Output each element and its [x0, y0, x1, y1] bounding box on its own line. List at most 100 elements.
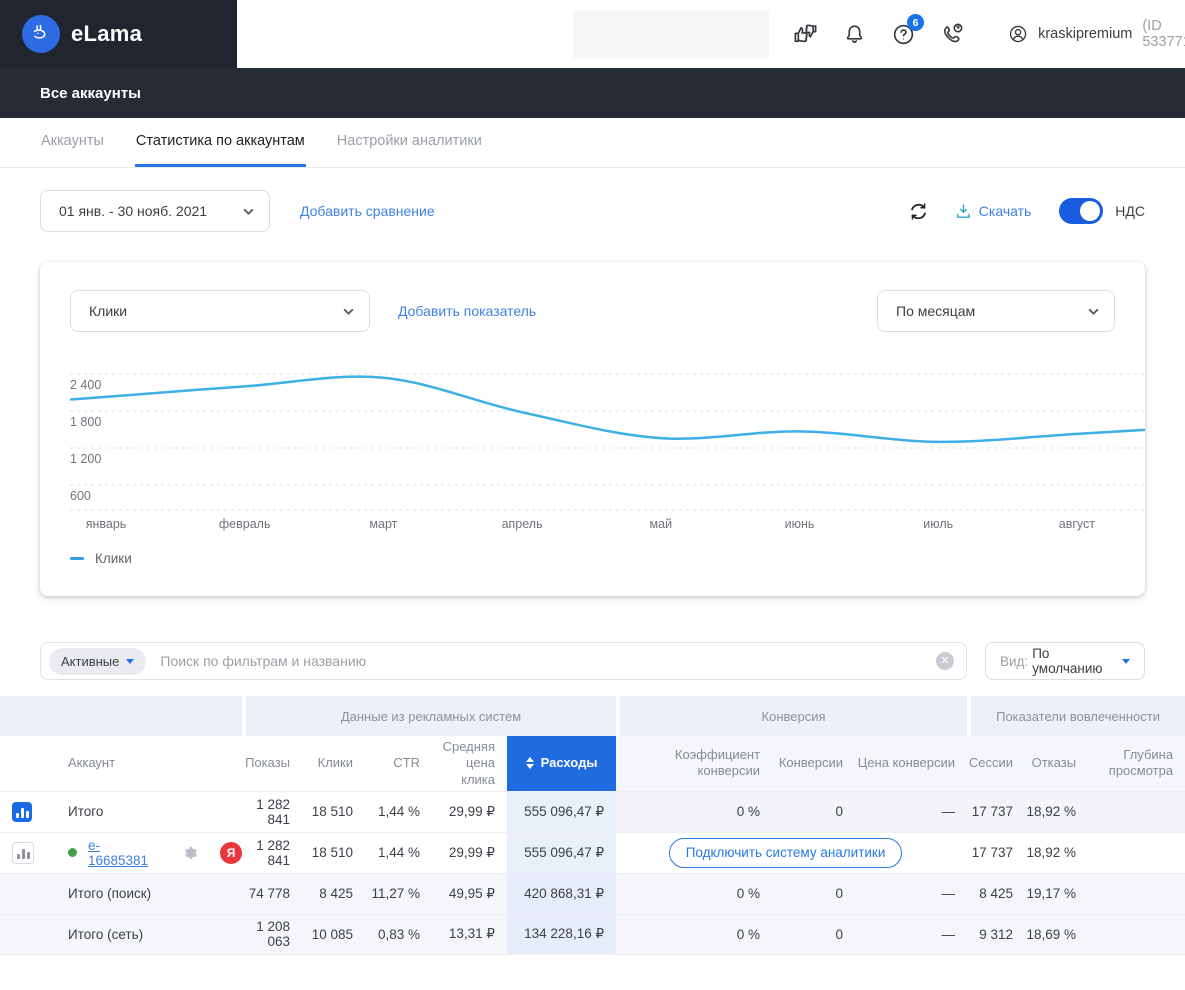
col-bounce[interactable]: Отказы	[1025, 736, 1089, 791]
col-conv-rate[interactable]: Коэффициент конверсии	[616, 736, 773, 791]
tab-accounts[interactable]: Аккаунты	[40, 118, 105, 167]
view-select[interactable]: Вид: По умолчанию	[985, 642, 1145, 680]
cell-conversions: 0	[772, 913, 856, 955]
cell-clicks: 18 510	[302, 790, 365, 832]
search-input[interactable]: Поиск по фильтрам и названию	[160, 653, 922, 669]
cell-impressions: 1 282 841	[242, 831, 302, 873]
cell-cost: 420 868,31 ₽	[507, 872, 617, 914]
user-name: kraskipremium	[1038, 26, 1133, 42]
add-comparison-link[interactable]: Добавить сравнение	[300, 203, 435, 219]
total-chart-icon[interactable]	[12, 801, 32, 822]
cell-clicks: 10 085	[302, 913, 365, 955]
gear-icon[interactable]	[181, 844, 199, 862]
user-id: (ID 533771)	[1142, 18, 1185, 50]
add-metric-link[interactable]: Добавить показатель	[398, 303, 536, 319]
cell-cost-per-conv: —	[855, 790, 968, 832]
table-row-total-search: Итого (поиск) 74 778 8 425 11,27 % 49,95…	[0, 872, 1185, 914]
account-chart-icon[interactable]	[12, 841, 34, 864]
user-menu[interactable]: kraskipremium (ID 533771)	[1008, 18, 1185, 50]
col-icon	[0, 736, 44, 791]
yandex-direct-badge: Я	[220, 841, 243, 864]
col-conversions[interactable]: Конверсии	[772, 736, 856, 791]
support-call-icon[interactable]	[938, 20, 966, 48]
cell-impressions: 74 778	[242, 872, 302, 914]
svg-text:1 200: 1 200	[70, 452, 101, 466]
svg-text:январь: январь	[86, 517, 127, 531]
download-button[interactable]: Скачать	[955, 203, 1031, 220]
cell-conversions: 0	[772, 872, 856, 914]
col-cost-sorted[interactable]: Расходы	[507, 736, 617, 791]
cell-sessions: 17 737	[967, 790, 1026, 832]
status-filter-value: Активные	[61, 653, 120, 669]
cell-avg-cpc: 29,99 ₽	[432, 790, 507, 832]
table-row-account: e-16685381 Я 1 282 841 18 510 1,44 % 29,…	[0, 831, 1185, 873]
col-depth[interactable]: Глубина просмотра	[1088, 736, 1185, 791]
cell-conv-rate: 0 %	[616, 872, 773, 914]
table-row-total: Итого 1 282 841 18 510 1,44 % 29,99 ₽ 55…	[0, 790, 1185, 832]
search-box[interactable]: Активные Поиск по фильтрам и названию ✕	[40, 642, 967, 680]
breadcrumb-bar: Все аккаунты	[0, 68, 1185, 118]
tab-analytics-settings[interactable]: Настройки аналитики	[336, 118, 483, 167]
col-sessions[interactable]: Сессии	[967, 736, 1026, 791]
metric-select[interactable]: Клики	[70, 290, 370, 332]
top-icons: 6	[791, 14, 966, 48]
cell-clicks: 18 510	[302, 831, 365, 873]
cell-bounce: 18,92 %	[1025, 831, 1089, 873]
cell-cost: 555 096,47 ₽	[507, 790, 617, 832]
tab-account-statistics[interactable]: Статистика по аккаунтам	[134, 118, 306, 167]
chart-legend[interactable]: Клики	[70, 551, 1115, 566]
col-clicks[interactable]: Клики	[302, 736, 365, 791]
grouping-select[interactable]: По месяцам	[877, 290, 1115, 332]
row-label: Итого (поиск)	[44, 872, 242, 914]
svg-text:май: май	[650, 517, 673, 531]
legend-label: Клики	[95, 551, 132, 566]
status-filter-pill[interactable]: Активные	[49, 647, 147, 675]
cell-ctr: 1,44 %	[365, 790, 432, 832]
cell-cost: 555 096,47 ₽	[507, 831, 617, 873]
group-header-ad-systems: Данные из рекламных систем	[242, 696, 617, 736]
vat-label: НДС	[1115, 203, 1145, 219]
cell-depth	[1088, 913, 1185, 955]
notifications-bell-icon[interactable]	[840, 20, 868, 48]
col-account[interactable]: Аккаунт	[44, 736, 242, 791]
col-cost-per-conv[interactable]: Цена конверсии	[855, 736, 968, 791]
top-bar: eLama 6 kraskipremium (ID 53377	[0, 0, 1185, 68]
cell-depth	[1088, 790, 1185, 832]
svg-text:1 800: 1 800	[70, 415, 101, 429]
filter-row: Активные Поиск по фильтрам и названию ✕ …	[40, 642, 1145, 680]
cell-ctr: 1,44 %	[365, 831, 432, 873]
cell-cost-per-conv: —	[855, 913, 968, 955]
col-avg-cpc[interactable]: Средняя цена клика	[432, 736, 507, 791]
cell-ctr: 0,83 %	[365, 913, 432, 955]
clear-search-icon[interactable]: ✕	[936, 652, 954, 670]
help-icon[interactable]: 6	[889, 14, 924, 48]
cell-sessions: 8 425	[967, 872, 1026, 914]
legend-dash-icon	[70, 557, 84, 560]
cell-conv-rate: 0 %	[616, 790, 773, 832]
cell-cost: 134 228,16 ₽	[507, 913, 617, 955]
view-select-value: По умолчанию	[1032, 646, 1103, 676]
sort-icon	[525, 757, 534, 770]
col-ctr[interactable]: CTR	[365, 736, 432, 791]
logo-block[interactable]: eLama	[0, 0, 237, 68]
account-link[interactable]: e-16685381	[88, 838, 148, 868]
blurred-search-area	[573, 10, 769, 58]
grouping-select-value: По месяцам	[896, 303, 976, 319]
vat-toggle[interactable]	[1059, 198, 1104, 224]
row-label: Итого	[44, 790, 242, 832]
cell-avg-cpc: 13,31 ₽	[432, 913, 507, 955]
refresh-icon[interactable]	[905, 197, 933, 225]
connect-analytics-button[interactable]: Подключить систему аналитики	[668, 837, 903, 868]
svg-text:август: август	[1059, 517, 1096, 531]
accounts-stats-table: Данные из рекламных систем Конверсия Пок…	[0, 696, 1185, 955]
table-group-header-row: Данные из рекламных систем Конверсия Пок…	[0, 696, 1185, 736]
avatar-icon	[1009, 25, 1027, 43]
feedback-icon[interactable]	[791, 20, 819, 48]
caret-down-icon	[126, 658, 135, 664]
chevron-down-icon	[1088, 308, 1099, 315]
view-select-label: Вид:	[1000, 653, 1029, 669]
date-range-select[interactable]: 01 янв. - 30 нояб. 2021	[40, 190, 270, 232]
metric-select-value: Клики	[89, 303, 128, 319]
help-badge: 6	[907, 14, 924, 31]
col-impressions[interactable]: Показы	[242, 736, 302, 791]
